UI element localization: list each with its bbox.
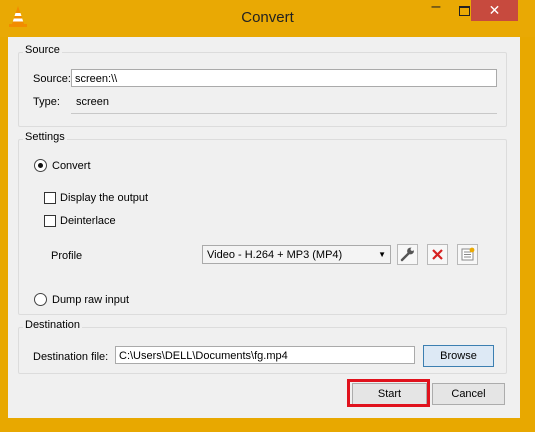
convert-dialog: Convert – ✕ Source Source: screen:\\ Typ… xyxy=(0,0,535,432)
close-button[interactable]: ✕ xyxy=(471,0,518,21)
wrench-icon xyxy=(400,247,414,262)
delete-profile-button[interactable] xyxy=(427,244,448,265)
destination-group-title: Destination xyxy=(23,319,83,331)
new-profile-list-icon xyxy=(461,247,475,261)
cancel-button[interactable]: Cancel xyxy=(432,383,505,405)
chevron-down-icon: ▼ xyxy=(378,250,386,259)
display-output-label[interactable]: Display the output xyxy=(60,192,148,204)
type-value: screen xyxy=(76,96,110,108)
source-group: Source Source: screen:\\ Type: screen xyxy=(18,44,507,127)
profile-label: Profile xyxy=(51,250,83,262)
type-label: Type: xyxy=(33,96,60,108)
settings-group: Settings Convert Display the output Dein… xyxy=(18,131,507,315)
profile-dropdown[interactable]: Video - H.264 + MP3 (MP4) ▼ xyxy=(202,245,391,264)
destination-file-label: Destination file: xyxy=(33,351,109,363)
edit-profile-button[interactable] xyxy=(397,244,418,265)
start-button-highlight xyxy=(347,379,430,407)
deinterlace-label[interactable]: Deinterlace xyxy=(60,215,116,227)
dump-raw-radio[interactable] xyxy=(34,293,47,306)
destination-group: Destination Destination file: C:\Users\D… xyxy=(18,319,507,374)
settings-group-title: Settings xyxy=(23,131,67,143)
minimize-button[interactable]: – xyxy=(422,0,450,22)
deinterlace-checkbox[interactable] xyxy=(44,215,56,227)
source-input[interactable]: screen:\\ xyxy=(71,69,497,87)
radio-selected-dot xyxy=(38,163,43,168)
display-output-checkbox[interactable] xyxy=(44,192,56,204)
title-bar[interactable]: Convert – ✕ xyxy=(0,0,535,37)
maximize-icon xyxy=(458,6,470,16)
profile-selected-value: Video - H.264 + MP3 (MP4) xyxy=(207,249,343,261)
delete-x-icon xyxy=(432,249,443,260)
dialog-body: Source Source: screen:\\ Type: screen Se… xyxy=(8,37,520,418)
new-profile-button[interactable] xyxy=(457,244,478,265)
source-label: Source: xyxy=(33,73,71,85)
source-divider xyxy=(71,113,497,114)
dump-raw-label[interactable]: Dump raw input xyxy=(52,294,129,306)
convert-label[interactable]: Convert xyxy=(52,160,91,172)
browse-button[interactable]: Browse xyxy=(423,345,494,367)
convert-radio[interactable] xyxy=(34,159,47,172)
source-group-title: Source xyxy=(23,44,62,56)
destination-file-input[interactable]: C:\Users\DELL\Documents\fg.mp4 xyxy=(115,346,415,364)
